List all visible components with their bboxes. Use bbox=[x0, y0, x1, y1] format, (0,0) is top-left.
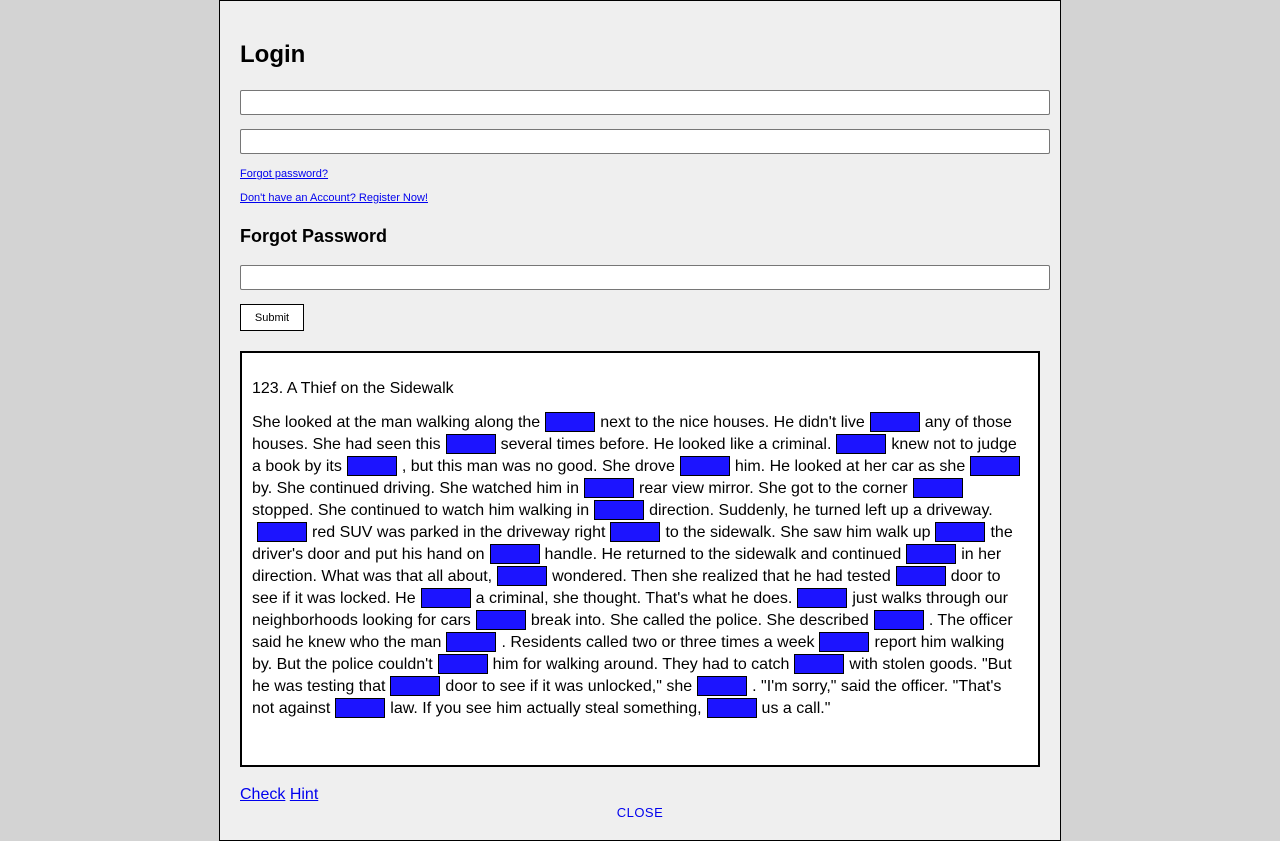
story-segment: to the sidewalk. She saw him walk up bbox=[665, 524, 931, 541]
answer-blank[interactable] bbox=[335, 698, 386, 718]
story-segment: law. If you see him actually steal somet… bbox=[390, 700, 702, 717]
answer-blank[interactable] bbox=[797, 588, 848, 608]
story-segment: door to see if it was unlocked," she bbox=[445, 678, 693, 695]
answer-blank[interactable] bbox=[706, 698, 757, 718]
footer-links: Check Hint bbox=[240, 786, 318, 804]
exercise-panel: Login Forgot password? Don't have an Acc… bbox=[219, 0, 1061, 841]
password-input[interactable] bbox=[240, 129, 1050, 154]
story-segment: , but this man was no good. She drove bbox=[401, 458, 675, 475]
story-box: 123. A Thief on the Sidewalk She looked … bbox=[240, 351, 1040, 767]
story-segment: . Residents called two or three times a … bbox=[501, 634, 815, 651]
forgot-password-link[interactable]: Forgot password? bbox=[240, 168, 328, 181]
story-segment: rear view mirror. She got to the corner bbox=[639, 480, 908, 497]
answer-blank[interactable] bbox=[819, 632, 870, 652]
story-segment: handle. He returned to the sidewalk and … bbox=[544, 546, 902, 563]
answer-blank[interactable] bbox=[697, 676, 748, 696]
answer-blank[interactable] bbox=[836, 434, 887, 454]
register-link[interactable]: Don't have an Account? Register Now! bbox=[240, 192, 428, 205]
forgot-password-title: Forgot Password bbox=[240, 226, 388, 246]
answer-blank[interactable] bbox=[446, 632, 497, 652]
answer-blank[interactable] bbox=[497, 566, 548, 586]
story-title: 123. A Thief on the Sidewalk bbox=[252, 380, 454, 397]
answer-blank[interactable] bbox=[475, 610, 526, 630]
answer-blank[interactable] bbox=[935, 522, 986, 542]
forgot-email-input[interactable] bbox=[240, 265, 1050, 290]
answer-blank[interactable] bbox=[906, 544, 957, 564]
answer-blank[interactable] bbox=[390, 676, 441, 696]
story-segment: She looked at the man walking along the bbox=[252, 414, 541, 431]
answer-blank[interactable] bbox=[437, 654, 488, 674]
submit-button[interactable]: Submit bbox=[240, 304, 304, 331]
answer-blank[interactable] bbox=[610, 522, 661, 542]
answer-blank[interactable] bbox=[489, 544, 540, 564]
answer-blank[interactable] bbox=[679, 456, 730, 476]
story-segment: stopped. She continued to watch him walk… bbox=[252, 502, 590, 519]
story-segment: next to the nice houses. He didn't live bbox=[600, 414, 865, 431]
story-segment: direction. Suddenly, he turned left up a… bbox=[649, 502, 993, 519]
answer-blank[interactable] bbox=[869, 412, 920, 432]
answer-blank[interactable] bbox=[584, 478, 635, 498]
answer-blank[interactable] bbox=[445, 434, 496, 454]
answer-blank[interactable] bbox=[420, 588, 471, 608]
check-link[interactable]: Check bbox=[240, 786, 285, 803]
login-title: Login bbox=[240, 41, 306, 68]
close-button[interactable]: CLOSE bbox=[240, 805, 1040, 820]
story-segment: us a call." bbox=[761, 700, 831, 717]
story-segment: several times before. He looked like a c… bbox=[500, 436, 832, 453]
answer-blank[interactable] bbox=[873, 610, 924, 630]
story-text: She looked at the man walking along the n… bbox=[252, 412, 1027, 720]
story-segment: him for walking around. They had to catc… bbox=[492, 656, 790, 673]
answer-blank[interactable] bbox=[970, 456, 1021, 476]
answer-blank[interactable] bbox=[794, 654, 845, 674]
answer-blank[interactable] bbox=[257, 522, 307, 542]
story-segment: red SUV was parked in the driveway right bbox=[312, 524, 606, 541]
story-segment: break into. She called the police. She d… bbox=[530, 612, 869, 629]
answer-blank[interactable] bbox=[912, 478, 963, 498]
answer-blank[interactable] bbox=[594, 500, 645, 520]
answer-blank[interactable] bbox=[895, 566, 946, 586]
username-input[interactable] bbox=[240, 90, 1050, 115]
story-segment: wondered. Then she realized that he had … bbox=[552, 568, 891, 585]
answer-blank[interactable] bbox=[545, 412, 596, 432]
hint-link[interactable]: Hint bbox=[290, 786, 318, 803]
answer-blank[interactable] bbox=[346, 456, 397, 476]
story-segment: him. He looked at her car as she bbox=[734, 458, 966, 475]
story-segment: a criminal, she thought. That's what he … bbox=[475, 590, 793, 607]
story-segment: by. She continued driving. She watched h… bbox=[252, 480, 580, 497]
